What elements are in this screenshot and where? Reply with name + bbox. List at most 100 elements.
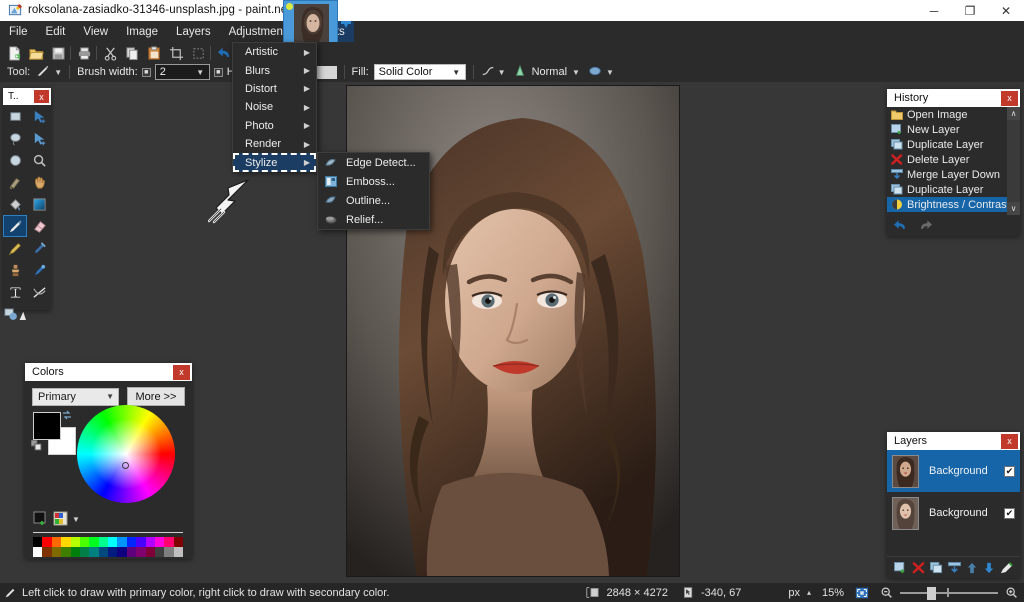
close-button[interactable]: ✕ [988, 0, 1024, 21]
palette-swatch[interactable] [42, 537, 51, 547]
history-item[interactable]: Delete Layer [887, 152, 1020, 167]
zoom-slider-handle[interactable] [927, 587, 936, 600]
delete-layer-button[interactable] [912, 562, 925, 574]
layer-row[interactable]: Background ✔ [887, 450, 1020, 492]
palette-swatch[interactable] [117, 547, 126, 557]
close-icon[interactable]: x [1001, 434, 1018, 449]
eraser-tool[interactable] [27, 215, 51, 237]
palette-swatch[interactable] [146, 537, 155, 547]
recolor-tool[interactable] [27, 259, 51, 281]
zoom-in-icon[interactable] [1005, 586, 1018, 599]
palette-swatch[interactable] [89, 537, 98, 547]
magic-wand-tool[interactable] [27, 149, 51, 171]
palette-swatch[interactable] [174, 537, 183, 547]
move-layer-up-button[interactable] [966, 562, 978, 574]
undo-icon[interactable] [214, 44, 234, 62]
palette-swatch[interactable] [108, 537, 117, 547]
close-icon[interactable]: x [173, 365, 190, 380]
primary-color-swatch[interactable] [33, 412, 61, 440]
color-mode-dropdown[interactable]: Primary ▼ [32, 388, 119, 406]
fit-to-window-icon[interactable] [855, 586, 869, 600]
brush-width-input[interactable]: 2 ▼ [155, 64, 210, 80]
brush-width-increase[interactable]: ■ [214, 68, 223, 77]
image-list-dropdown[interactable] [338, 18, 354, 32]
antialiasing-carat[interactable]: ▼ [498, 68, 506, 77]
palette-swatch[interactable] [127, 537, 136, 547]
palette-swatch[interactable] [108, 547, 117, 557]
redo-arrow-icon[interactable] [918, 219, 933, 232]
deselect-icon[interactable] [188, 44, 208, 62]
merge-layer-down-button[interactable] [948, 562, 961, 574]
palette-icon[interactable] [53, 511, 69, 527]
paintbrush-tool[interactable] [3, 215, 27, 237]
zoom-out-icon[interactable] [880, 586, 893, 599]
submenu-item-emboss[interactable]: Emboss... [318, 172, 429, 191]
fill-dropdown[interactable]: Solid Color ▼ [374, 64, 466, 80]
history-item[interactable]: Duplicate Layer [887, 137, 1020, 152]
palette-swatch[interactable] [146, 547, 155, 557]
tools-panel-header[interactable]: T.. x [3, 88, 51, 105]
history-item-selected[interactable]: Brightness / Contrast [887, 197, 1020, 212]
swap-colors-icon[interactable] [62, 410, 72, 420]
palette-dropdown-carat[interactable]: ▼ [72, 515, 80, 524]
rectangle-select-tool[interactable] [3, 105, 27, 127]
smoothing-carat[interactable]: ▼ [606, 68, 614, 77]
new-icon[interactable] [4, 44, 24, 62]
layer-row[interactable]: Background ✔ [887, 492, 1020, 534]
more-button[interactable]: More >> [127, 387, 185, 406]
units-carat[interactable]: ▴ [807, 588, 811, 597]
cut-icon[interactable] [100, 44, 120, 62]
scroll-up-button[interactable]: ∧ [1007, 107, 1020, 120]
palette-swatch[interactable] [127, 547, 136, 557]
minimize-button[interactable]: ─ [916, 0, 952, 21]
palette-swatch[interactable] [80, 537, 89, 547]
palette-swatch[interactable] [33, 537, 42, 547]
close-icon[interactable]: x [34, 90, 49, 103]
save-icon[interactable] [48, 44, 68, 62]
palette-swatch[interactable] [80, 547, 89, 557]
menu-layers[interactable]: Layers [167, 21, 220, 42]
palette-swatch[interactable] [164, 547, 173, 557]
effects-item-noise[interactable]: Noise ▶ [233, 98, 316, 116]
paste-icon[interactable] [144, 44, 164, 62]
undo-arrow-icon[interactable] [893, 219, 908, 232]
ellipse-select-tool[interactable] [3, 149, 27, 171]
palette-swatch[interactable] [99, 547, 108, 557]
effects-item-artistic[interactable]: Artistic ▶ [233, 43, 316, 61]
submenu-item-edge-detect[interactable]: Edge Detect... [318, 153, 429, 172]
history-item[interactable]: Merge Layer Down [887, 167, 1020, 182]
brush-width-decrease[interactable]: ■ [142, 68, 151, 77]
add-to-palette-icon[interactable] [33, 511, 49, 527]
add-new-layer-button[interactable] [894, 562, 907, 574]
chevron-down-icon[interactable]: ▼ [194, 68, 207, 77]
colors-panel-header[interactable]: Colors x [25, 363, 192, 381]
move-selected-tool[interactable] [27, 105, 51, 127]
move-selection-tool[interactable] [27, 127, 51, 149]
image-tab[interactable] [283, 0, 338, 45]
palette-swatch[interactable] [174, 547, 183, 557]
menu-file[interactable]: File [0, 21, 37, 42]
history-item[interactable]: Duplicate Layer [887, 182, 1020, 197]
clone-stamp-tool[interactable] [3, 259, 27, 281]
history-item[interactable]: New Layer [887, 122, 1020, 137]
color-wheel[interactable] [77, 405, 175, 503]
palette-swatch[interactable] [136, 547, 145, 557]
history-item[interactable]: Open Image [887, 107, 1020, 122]
paintbrush-icon[interactable] [36, 64, 50, 81]
shapes-tool[interactable] [3, 303, 27, 325]
chevron-down-icon[interactable]: ▼ [450, 68, 463, 77]
antialiasing-icon[interactable] [481, 64, 495, 81]
palette-row-1[interactable] [33, 537, 183, 547]
palette-swatch[interactable] [164, 537, 173, 547]
move-layer-down-button[interactable] [983, 562, 995, 574]
palette-swatch[interactable] [61, 547, 70, 557]
submenu-item-outline[interactable]: Outline... [318, 191, 429, 210]
pencil-tool[interactable] [3, 237, 27, 259]
effects-item-stylize[interactable]: Stylize ▶ [233, 153, 316, 171]
palette-swatch[interactable] [99, 537, 108, 547]
effects-item-blurs[interactable]: Blurs ▶ [233, 61, 316, 79]
paint-bucket-tool[interactable] [3, 193, 27, 215]
crop-to-selection-icon[interactable] [166, 44, 186, 62]
pan-tool[interactable] [27, 171, 51, 193]
blend-mode-carat[interactable]: ▼ [572, 68, 580, 77]
